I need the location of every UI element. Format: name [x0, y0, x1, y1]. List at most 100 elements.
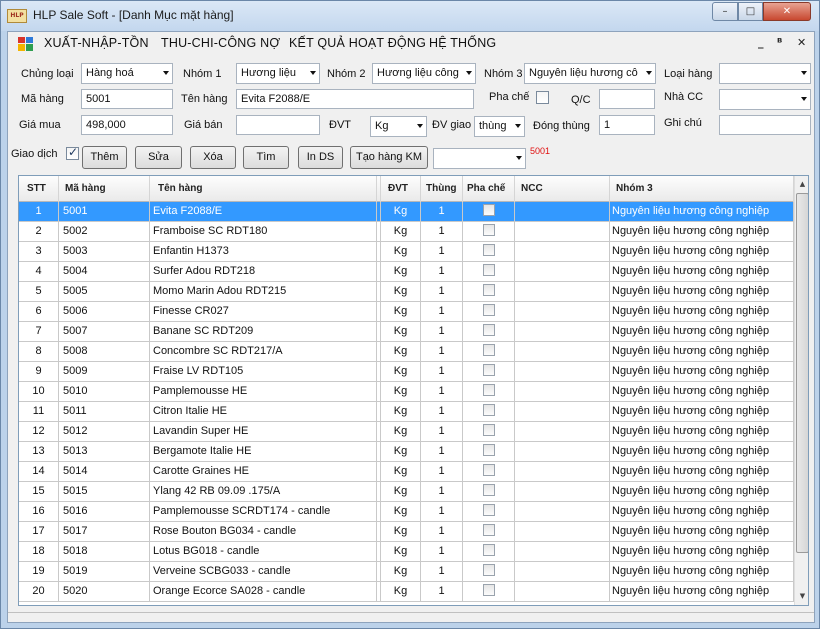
cell-stt[interactable]: 10: [19, 382, 59, 401]
cell-dvt[interactable]: Kg: [381, 302, 421, 321]
cell-nhom3[interactable]: Nguyên liệu hương công nghiệp: [610, 562, 794, 581]
cell-thung[interactable]: 1: [421, 422, 463, 441]
menu-ket-qua-hoat-dong[interactable]: KẾT QUẢ HOẠT ĐỘNG: [289, 36, 426, 50]
cell-nhom3[interactable]: Nguyên liệu hương công nghiệp: [610, 342, 794, 361]
cell-ma[interactable]: 5005: [59, 282, 150, 301]
cell-pha-che[interactable]: [463, 302, 515, 321]
cell-ma[interactable]: 5014: [59, 462, 150, 481]
table-row[interactable]: 17 5017 Rose Bouton BG034 - candle Kg 1 Nguyê…: [19, 522, 794, 542]
cell-thung[interactable]: 1: [421, 322, 463, 341]
cell-nhom3[interactable]: Nguyên liệu hương công nghiệp: [610, 502, 794, 521]
cell-thung[interactable]: 1: [421, 542, 463, 561]
table-row[interactable]: 16 5016 Pamplemousse SCRDT174 - candle Kg 1 N…: [19, 502, 794, 522]
cell-ncc[interactable]: [515, 222, 610, 241]
cell-ten[interactable]: Fraise LV RDT105: [150, 362, 377, 381]
cell-dvt[interactable]: Kg: [381, 262, 421, 281]
pha-che-cell-checkbox[interactable]: [482, 484, 495, 496]
cell-thung[interactable]: 1: [421, 502, 463, 521]
cell-pha-che[interactable]: [463, 382, 515, 401]
tim-button[interactable]: Tìm: [243, 146, 289, 169]
qc-input[interactable]: [599, 89, 655, 109]
nhom3-select[interactable]: Nguyên liệu hương cô: [524, 63, 656, 84]
cell-stt[interactable]: 7: [19, 322, 59, 341]
cell-dvt[interactable]: Kg: [381, 222, 421, 241]
cell-dvt[interactable]: Kg: [381, 522, 421, 541]
cell-ten[interactable]: Orange Ecorce SA028 - candle: [150, 582, 377, 601]
dong-thung-input[interactable]: 1: [599, 115, 655, 135]
table-row[interactable]: 1 5001 Evita F2088/E Kg 1 Nguyên liệu hương c…: [19, 202, 794, 222]
cell-thung[interactable]: 1: [421, 282, 463, 301]
table-row[interactable]: 20 5020 Orange Ecorce SA028 - candle Kg 1 Ngu…: [19, 582, 794, 602]
cell-ncc[interactable]: [515, 442, 610, 461]
cell-pha-che[interactable]: [463, 422, 515, 441]
cell-stt[interactable]: 6: [19, 302, 59, 321]
table-row[interactable]: 5 5005 Momo Marin Adou RDT215 Kg 1 Nguyên liệ…: [19, 282, 794, 302]
cell-pha-che[interactable]: [463, 362, 515, 381]
table-row[interactable]: 18 5018 Lotus BG018 - candle Kg 1 Nguyên liệu…: [19, 542, 794, 562]
cell-nhom3[interactable]: Nguyên liệu hương công nghiệp: [610, 482, 794, 501]
gia-ban-input[interactable]: [236, 115, 320, 135]
cell-ma[interactable]: 5006: [59, 302, 150, 321]
cell-pha-che[interactable]: [463, 222, 515, 241]
cell-nhom3[interactable]: Nguyên liệu hương công nghiệp: [610, 282, 794, 301]
cell-stt[interactable]: 18: [19, 542, 59, 561]
close-button[interactable]: ✕: [763, 2, 811, 21]
pha-che-cell-checkbox[interactable]: [482, 384, 495, 396]
pha-che-cell-checkbox[interactable]: [482, 524, 495, 536]
cell-stt[interactable]: 8: [19, 342, 59, 361]
cell-dvt[interactable]: Kg: [381, 242, 421, 261]
cell-thung[interactable]: 1: [421, 222, 463, 241]
pha-che-cell-checkbox[interactable]: [482, 424, 495, 436]
cell-dvt[interactable]: Kg: [381, 562, 421, 581]
cell-pha-che[interactable]: [463, 322, 515, 341]
km-select[interactable]: [433, 148, 526, 169]
ma-hang-input[interactable]: 5001: [81, 89, 173, 109]
cell-ma[interactable]: 5013: [59, 442, 150, 461]
cell-nhom3[interactable]: Nguyên liệu hương công nghiệp: [610, 442, 794, 461]
cell-ten[interactable]: Momo Marin Adou RDT215: [150, 282, 377, 301]
cell-ten[interactable]: Lotus BG018 - candle: [150, 542, 377, 561]
ten-hang-input[interactable]: Evita F2088/E: [236, 89, 474, 109]
loai-hang-select[interactable]: [719, 63, 811, 84]
cell-thung[interactable]: 1: [421, 362, 463, 381]
table-row[interactable]: 4 5004 Surfer Adou RDT218 Kg 1 Nguyên liệu hư…: [19, 262, 794, 282]
in-ds-button[interactable]: In DS: [298, 146, 343, 169]
cell-ma[interactable]: 5004: [59, 262, 150, 281]
menu-he-thong[interactable]: HỆ THỐNG: [429, 36, 496, 50]
table-row[interactable]: 8 5008 Concombre SC RDT217/A Kg 1 Nguyên liệu…: [19, 342, 794, 362]
cell-pha-che[interactable]: [463, 402, 515, 421]
cell-ncc[interactable]: [515, 302, 610, 321]
vertical-scrollbar[interactable]: ▲ ▼: [794, 176, 808, 605]
cell-ten[interactable]: Enfantin H1373: [150, 242, 377, 261]
cell-stt[interactable]: 14: [19, 462, 59, 481]
table-row[interactable]: 6 5006 Finesse CR027 Kg 1 Nguyên liệu hương c…: [19, 302, 794, 322]
cell-thung[interactable]: 1: [421, 462, 463, 481]
cell-pha-che[interactable]: [463, 262, 515, 281]
nha-cc-select[interactable]: [719, 89, 811, 110]
cell-ma[interactable]: 5011: [59, 402, 150, 421]
cell-nhom3[interactable]: Nguyên liệu hương công nghiệp: [610, 402, 794, 421]
cell-ma[interactable]: 5016: [59, 502, 150, 521]
header-stt[interactable]: STT: [19, 176, 59, 202]
cell-pha-che[interactable]: [463, 202, 515, 221]
cell-thung[interactable]: 1: [421, 402, 463, 421]
cell-ten[interactable]: Finesse CR027: [150, 302, 377, 321]
cell-pha-che[interactable]: [463, 442, 515, 461]
cell-thung[interactable]: 1: [421, 522, 463, 541]
pha-che-cell-checkbox[interactable]: [482, 404, 495, 416]
cell-ten[interactable]: Surfer Adou RDT218: [150, 262, 377, 281]
cell-dvt[interactable]: Kg: [381, 322, 421, 341]
table-row[interactable]: 7 5007 Banane SC RDT209 Kg 1 Nguyên liệu hươn…: [19, 322, 794, 342]
cell-dvt[interactable]: Kg: [381, 362, 421, 381]
table-row[interactable]: 3 5003 Enfantin H1373 Kg 1 Nguyên liệu hương …: [19, 242, 794, 262]
cell-thung[interactable]: 1: [421, 262, 463, 281]
cell-dvt[interactable]: Kg: [381, 582, 421, 601]
cell-ten[interactable]: Lavandin Super HE: [150, 422, 377, 441]
tao-hang-km-button[interactable]: Tạo hàng KM: [350, 146, 428, 169]
cell-dvt[interactable]: Kg: [381, 402, 421, 421]
cell-thung[interactable]: 1: [421, 202, 463, 221]
cell-pha-che[interactable]: [463, 542, 515, 561]
cell-stt[interactable]: 20: [19, 582, 59, 601]
cell-ma[interactable]: 5015: [59, 482, 150, 501]
cell-pha-che[interactable]: [463, 522, 515, 541]
